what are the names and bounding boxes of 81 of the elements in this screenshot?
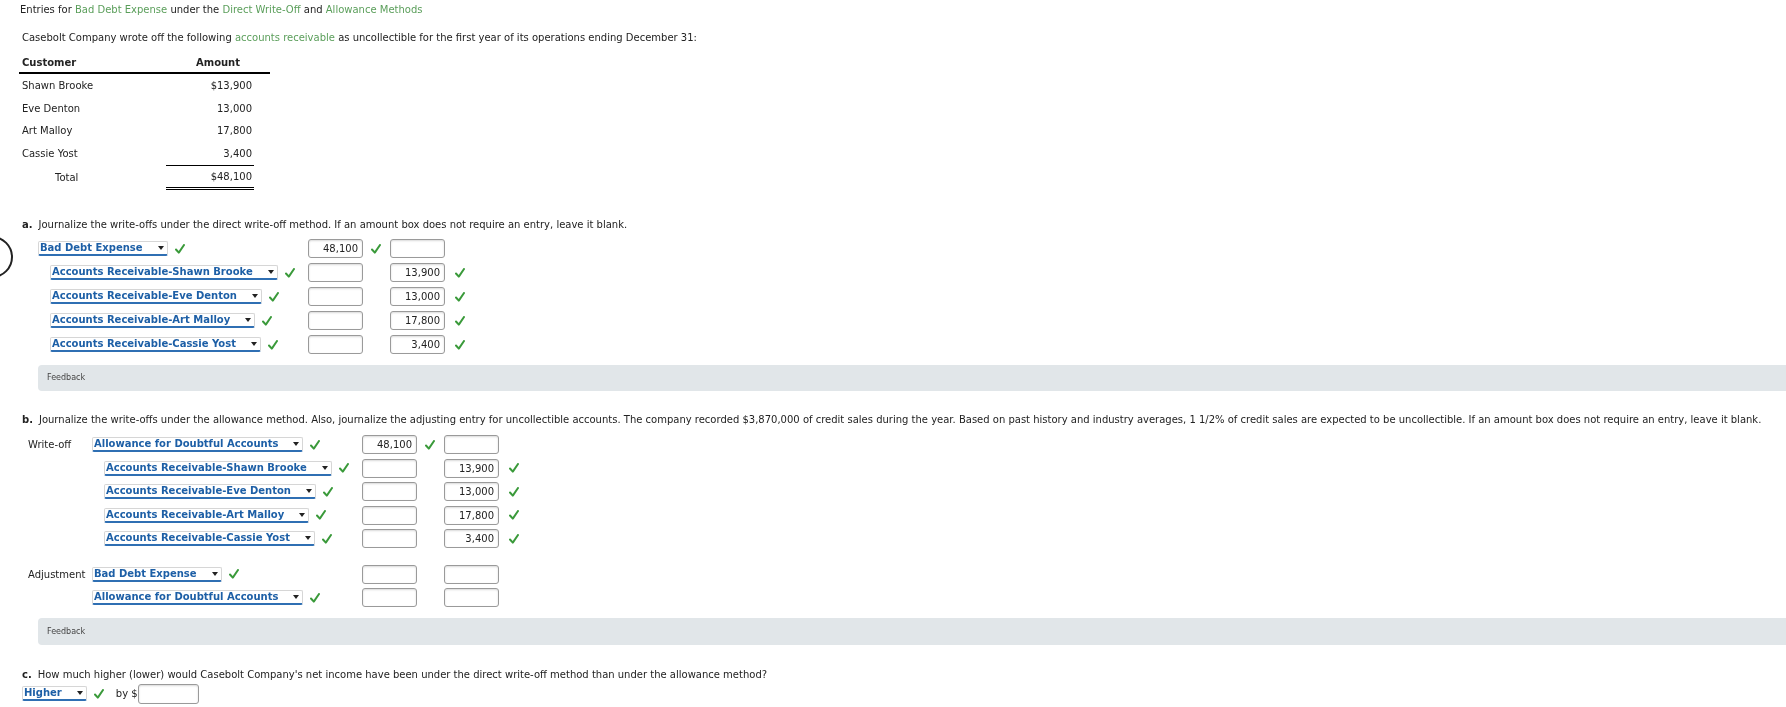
account-dropdown[interactable]: Allowance for Doubtful Accounts	[92, 437, 304, 452]
account-dropdown[interactable]: Accounts Receivable-Art Malloy	[104, 507, 310, 523]
glossary-link[interactable]: accounts receivable	[234, 32, 335, 43]
amount-field[interactable]: 13,000	[390, 287, 445, 307]
caret-down-icon	[293, 595, 300, 599]
amount-field[interactable]: 48,100	[308, 239, 363, 259]
caret-down-icon	[305, 489, 312, 493]
amount-field[interactable]	[362, 458, 417, 478]
glossary-link[interactable]: Bad Debt Expense	[74, 4, 168, 15]
caret-down-icon	[157, 246, 164, 251]
amount-field[interactable]: 3,400	[390, 335, 445, 355]
question-letter: b.	[22, 413, 33, 426]
caret-down-icon	[76, 691, 83, 696]
amount-field[interactable]: 13,900	[444, 458, 499, 478]
entry-label: Adjustment	[28, 567, 86, 582]
customer-name: Cassie Yost	[22, 147, 78, 159]
amount-field[interactable]	[362, 529, 417, 548]
caret-down-icon	[251, 294, 258, 299]
amount-field[interactable]: 13,900	[390, 263, 445, 283]
glossary-link[interactable]: Direct Write-Off	[222, 4, 301, 15]
amount-field[interactable]: 3,400	[444, 529, 499, 548]
answer-field[interactable]	[137, 683, 199, 704]
column-header: Customer	[22, 56, 77, 68]
circle-outline-icon	[0, 236, 14, 278]
amount-value: $13,900	[210, 78, 252, 93]
caret-down-icon	[304, 536, 311, 540]
amount-field[interactable]	[444, 588, 499, 607]
entry-label: Write-off	[28, 438, 72, 452]
account-dropdown[interactable]: Bad Debt Expense	[92, 566, 222, 582]
question-letter: c.	[22, 669, 32, 682]
caret-down-icon	[267, 270, 274, 275]
amount-field[interactable]: 13,000	[444, 482, 499, 501]
glossary-link[interactable]: Allowance Methods	[325, 4, 423, 15]
account-dropdown[interactable]: Accounts Receivable-Shawn Brooke	[50, 265, 278, 281]
amount-value: 13,000	[217, 101, 252, 116]
amount-field[interactable]	[308, 311, 363, 331]
question-prompt: Journalize the write-offs under the allowance method. Also, journalize the adjusting entry for uncollectible accounts. The company recorded $3,870,000 of credit sales during the year. Based on past history and industry averages, 1 1/2% of credit sales are expected to be uncollectible. If an amount box does not require an entry, leave it blank.	[38, 413, 1762, 426]
caret-down-icon	[321, 465, 328, 470]
intro-text: Casebolt Company wrote off the following accounts receivable as uncollectible for the first year of its operations ending December 31:	[21, 32, 698, 44]
caret-down-icon	[211, 571, 218, 576]
amount-field[interactable]	[362, 588, 417, 607]
account-dropdown[interactable]: Accounts Receivable-Cassie Yost	[104, 531, 315, 546]
amount-field[interactable]	[362, 505, 417, 525]
caret-down-icon	[250, 342, 257, 347]
amount-field[interactable]	[444, 564, 499, 584]
amount-field[interactable]	[362, 564, 417, 584]
amount-field[interactable]	[444, 435, 499, 454]
caret-down-icon	[299, 512, 306, 517]
account-dropdown[interactable]: Accounts Receivable-Shawn Brooke	[104, 460, 332, 476]
amount-field[interactable]: 17,800	[390, 311, 445, 331]
amount-prefix: by $	[115, 687, 138, 702]
caret-down-icon	[245, 318, 252, 323]
account-dropdown[interactable]: Accounts Receivable-Eve Denton	[50, 289, 262, 305]
question-prompt: How much higher (lower) would Casebolt Company's net income have been under the direct write-off method than under the allowance method?	[37, 669, 768, 682]
customer-name: Shawn Brooke	[22, 79, 94, 91]
question-letter: a.	[22, 218, 33, 231]
caret-down-icon	[293, 442, 300, 446]
page-title: Entries for Bad Debt Expense under the Direct Write-Off and Allowance Methods	[19, 4, 424, 16]
amount-field[interactable]: 48,100	[362, 435, 417, 454]
amount-field[interactable]	[308, 263, 363, 283]
account-dropdown[interactable]: Allowance for Doubtful Accounts	[92, 590, 304, 605]
feedback-label[interactable]: Feedback	[47, 371, 86, 384]
amount-field[interactable]	[308, 287, 363, 307]
account-dropdown[interactable]: Accounts Receivable-Eve Denton	[104, 484, 316, 499]
column-header: Amount	[195, 55, 241, 70]
amount-value: 17,800	[217, 124, 252, 139]
amount-value: 3,400	[223, 146, 252, 161]
account-dropdown[interactable]: Accounts Receivable-Art Malloy	[50, 313, 256, 329]
total-label: Total	[55, 170, 79, 185]
total-amount: $48,100	[210, 169, 252, 184]
feedback-label[interactable]: Feedback	[47, 625, 86, 638]
amount-field[interactable]	[362, 482, 417, 501]
amount-field[interactable]: 17,800	[444, 505, 499, 525]
amount-field[interactable]	[308, 335, 363, 355]
account-dropdown[interactable]: Accounts Receivable-Cassie Yost	[50, 337, 261, 353]
answer-dropdown[interactable]: Higher	[22, 686, 87, 702]
customer-name: Art Malloy	[22, 125, 73, 137]
question-prompt: Journalize the write-offs under the direct write-off method. If an amount box does not require an entry, leave it blank.	[38, 218, 628, 231]
account-dropdown[interactable]: Bad Debt Expense	[38, 241, 168, 257]
customer-name: Eve Denton	[22, 102, 81, 114]
amount-field[interactable]	[390, 239, 445, 259]
